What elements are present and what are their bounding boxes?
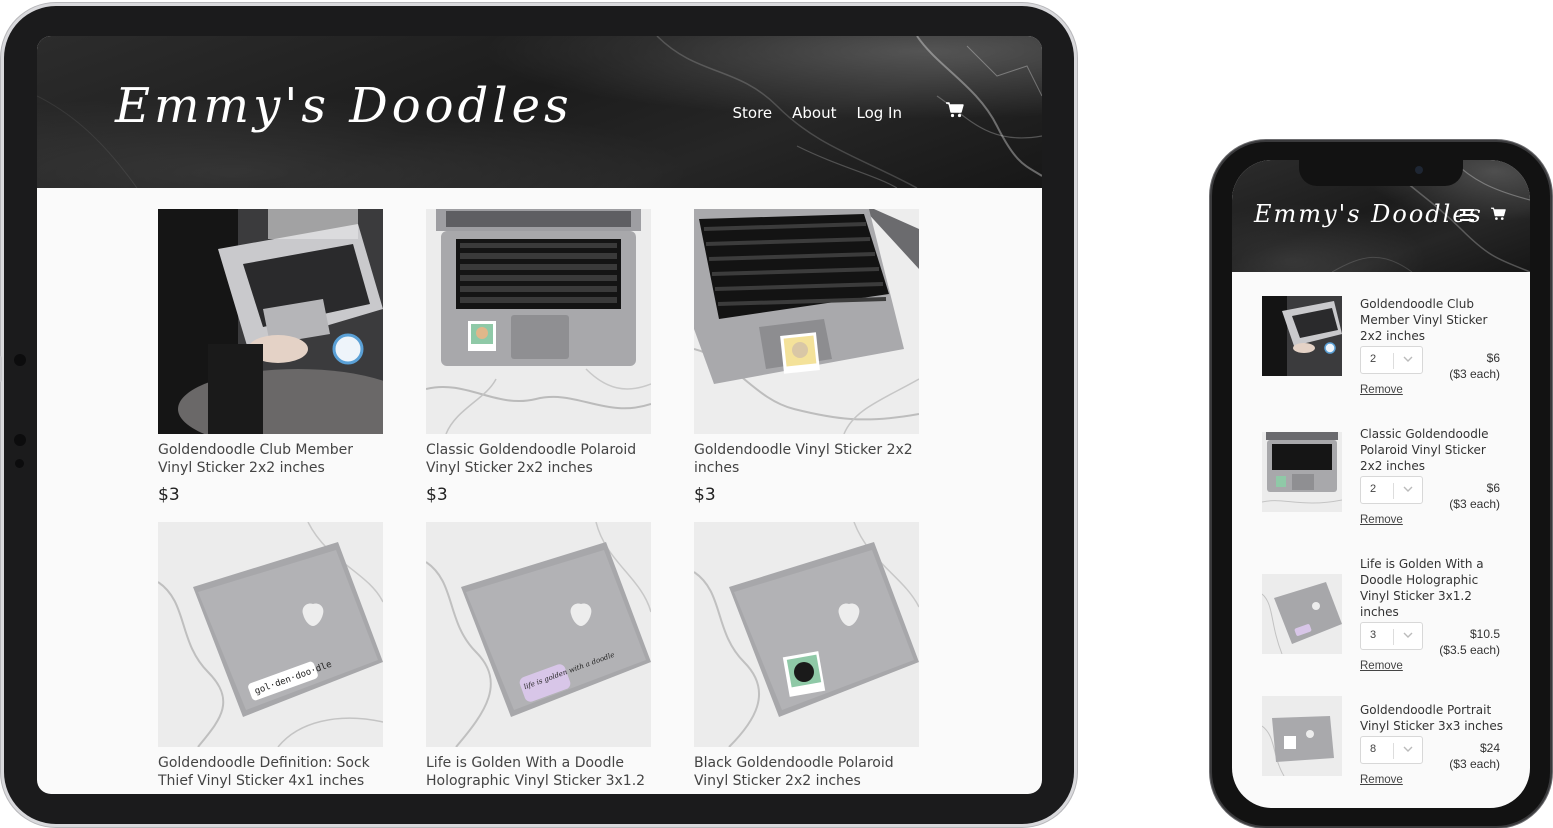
remove-link[interactable]: Remove (1360, 514, 1403, 526)
cart-item-info: Goldendoodle Portrait Vinyl Sticker 3x3 … (1360, 702, 1510, 786)
cart-item-unit-price: ($3 each) (1449, 757, 1500, 771)
product-price: $3 (694, 485, 716, 505)
cart-item-title[interactable]: Classic Goldendoodle Polaroid Vinyl Stic… (1360, 426, 1510, 474)
product-card[interactable]: life is golden with a doodle Life is Gol… (426, 522, 651, 790)
product-card[interactable]: Goldendoodle Vinyl Sticker 2x2 inches $3 (694, 209, 919, 505)
cart-icon[interactable] (946, 102, 964, 118)
cart-item-unit-price: ($3.5 each) (1439, 643, 1500, 657)
front-camera (1415, 166, 1423, 174)
product-card[interactable]: gol·den·doo·dle Goldendoodle Definition:… (158, 522, 383, 790)
cart-item-image[interactable] (1262, 432, 1342, 512)
cart-item-info: Classic Goldendoodle Polaroid Vinyl Stic… (1360, 426, 1510, 526)
tablet-screen: Emmy's Doodles Store About Log In Golden… (37, 36, 1042, 794)
mobile-logo[interactable]: Emmy's Doodles (1254, 200, 1483, 228)
product-title[interactable]: Goldendoodle Vinyl Sticker 2x2 inches (694, 441, 919, 477)
product-image[interactable] (426, 209, 651, 434)
cart-item-total-price: $10.5 (1469, 627, 1500, 641)
cart-item-image[interactable] (1262, 296, 1342, 376)
cart-item-info: Goldendoodle Club Member Vinyl Sticker 2… (1360, 296, 1510, 396)
cart-item-total: $6 ($3 each) (1410, 480, 1500, 512)
product-image[interactable] (694, 522, 919, 747)
tablet-sensor (14, 434, 26, 446)
product-card[interactable]: Goldendoodle Club Member Vinyl Sticker 2… (158, 209, 383, 505)
quantity-value: 2 (1370, 483, 1377, 495)
cart-item-total: $24 ($3 each) (1410, 740, 1500, 772)
cart-item-title[interactable]: Life is Golden With a Doodle Holographic… (1360, 556, 1510, 620)
product-image[interactable]: life is golden with a doodle (426, 522, 651, 747)
tablet-side-button (0, 356, 2, 382)
main-nav: Store About Log In (732, 104, 902, 122)
remove-link[interactable]: Remove (1360, 660, 1403, 672)
cart-item-total-price: $6 (1486, 481, 1500, 495)
quantity-value: 8 (1370, 743, 1377, 755)
cart-item-image[interactable] (1262, 574, 1342, 654)
cart-item-total: $10.5 ($3.5 each) (1410, 626, 1500, 658)
quantity-value: 3 (1370, 629, 1377, 641)
nav-login[interactable]: Log In (857, 104, 903, 122)
nav-store[interactable]: Store (732, 104, 772, 122)
phone-device: Emmy's Doodles Goldendoodle Club Member … (1212, 142, 1550, 826)
product-image[interactable]: gol·den·doo·dle (158, 522, 383, 747)
product-title[interactable]: Life is Golden With a Doodle Holographic… (426, 754, 651, 790)
cart-item-image[interactable] (1262, 696, 1342, 776)
site-header: Emmy's Doodles Store About Log In (37, 36, 1042, 188)
product-card[interactable]: Black Goldendoodle Polaroid Vinyl Sticke… (694, 522, 919, 790)
quantity-value: 2 (1370, 353, 1377, 365)
product-image[interactable] (694, 209, 919, 434)
cart-item-total: $6 ($3 each) (1410, 350, 1500, 382)
phone-screen: Emmy's Doodles Goldendoodle Club Member … (1232, 160, 1530, 808)
product-card[interactable]: Classic Goldendoodle Polaroid Vinyl Stic… (426, 209, 651, 505)
cart-item-title[interactable]: Goldendoodle Portrait Vinyl Sticker 3x3 … (1360, 702, 1510, 734)
phone-notch (1299, 160, 1463, 186)
site-logo[interactable]: Emmy's Doodles (115, 78, 573, 134)
product-image[interactable] (158, 209, 383, 434)
product-price: $3 (158, 485, 180, 505)
nav-about[interactable]: About (792, 104, 836, 122)
cart-item-total-price: $6 (1486, 351, 1500, 365)
product-title[interactable]: Classic Goldendoodle Polaroid Vinyl Stic… (426, 441, 651, 477)
cart-item-info: Life is Golden With a Doodle Holographic… (1360, 556, 1510, 672)
product-price: $3 (426, 485, 448, 505)
product-title[interactable]: Goldendoodle Definition: Sock Thief Viny… (158, 754, 383, 790)
cart-icon[interactable] (1491, 207, 1506, 221)
tablet-sensor (15, 459, 24, 468)
cart-item-total-price: $24 (1479, 741, 1500, 755)
cart-item-title[interactable]: Goldendoodle Club Member Vinyl Sticker 2… (1360, 296, 1510, 344)
tablet-sensor (14, 354, 26, 366)
product-title[interactable]: Goldendoodle Club Member Vinyl Sticker 2… (158, 441, 383, 477)
remove-link[interactable]: Remove (1360, 774, 1403, 786)
tablet-device: Emmy's Doodles Store About Log In Golden… (0, 6, 1074, 824)
product-title[interactable]: Black Goldendoodle Polaroid Vinyl Sticke… (694, 754, 919, 790)
cart-item-unit-price: ($3 each) (1449, 367, 1500, 381)
remove-link[interactable]: Remove (1360, 384, 1403, 396)
hamburger-menu-icon[interactable] (1460, 209, 1474, 221)
cart-item-unit-price: ($3 each) (1449, 497, 1500, 511)
